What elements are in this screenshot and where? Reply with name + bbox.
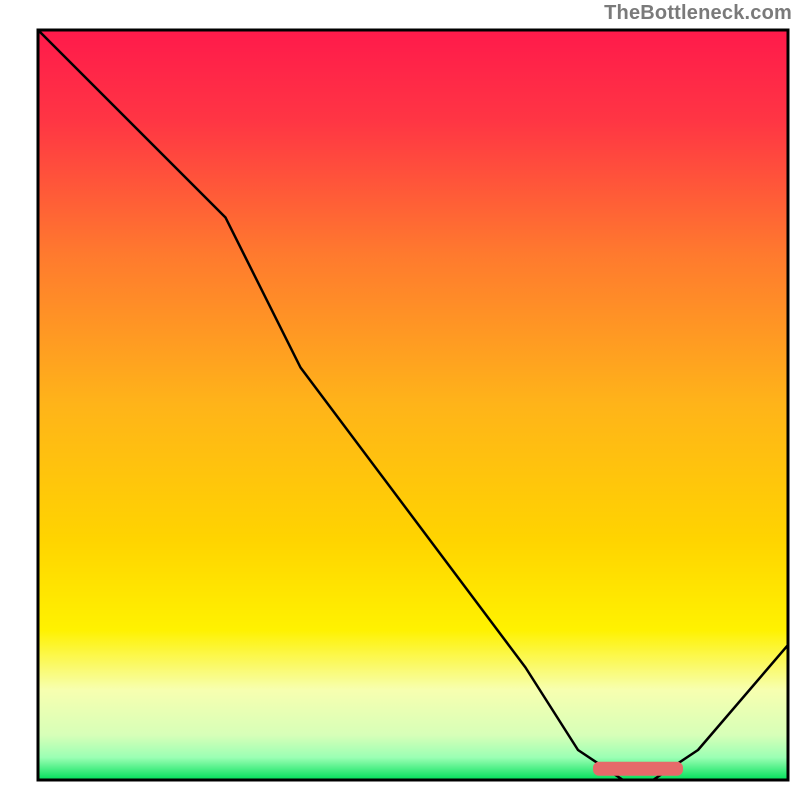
chart-container: TheBottleneck.com (0, 0, 800, 800)
watermark-text: TheBottleneck.com (604, 2, 792, 25)
optimal-range-marker (593, 762, 683, 776)
chart-svg (0, 0, 800, 800)
